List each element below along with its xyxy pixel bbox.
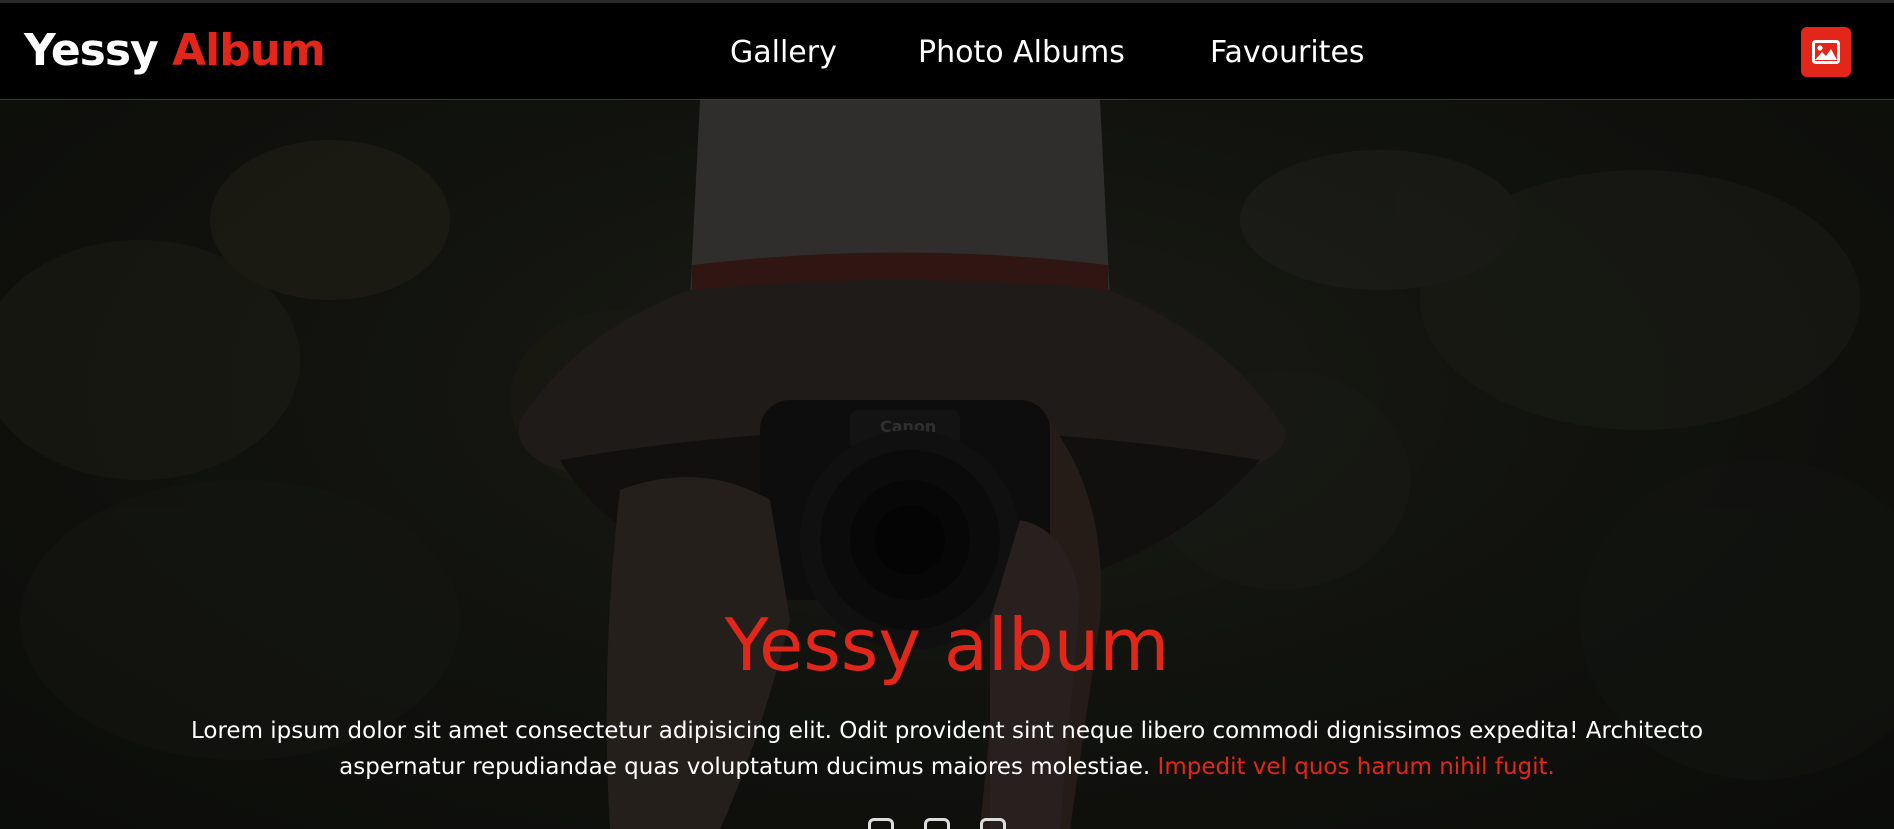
navbar: Yessy Album Gallery Photo Albums Favouri… bbox=[0, 3, 1894, 100]
album-button[interactable] bbox=[1801, 27, 1851, 77]
logo-part-1: Yessy bbox=[24, 25, 159, 76]
hero: Canon Yessy album Lorem ipsum dolor sit … bbox=[0, 100, 1894, 829]
hero-description: Lorem ipsum dolor sit amet consectetur a… bbox=[160, 713, 1734, 785]
social-icon[interactable] bbox=[924, 818, 950, 829]
social-icon[interactable] bbox=[868, 818, 894, 829]
nav-favourites[interactable]: Favourites bbox=[1210, 33, 1365, 73]
hero-description-highlight: Impedit vel quos harum nihil fugit. bbox=[1157, 754, 1555, 780]
logo-part-2: Album bbox=[172, 25, 326, 76]
nav-gallery[interactable]: Gallery bbox=[730, 33, 837, 73]
image-icon bbox=[1812, 40, 1840, 64]
nav-photo-albums[interactable]: Photo Albums bbox=[918, 33, 1125, 73]
page: Yessy Album Gallery Photo Albums Favouri… bbox=[0, 0, 1894, 829]
hero-title: Yessy album bbox=[724, 603, 1170, 687]
logo[interactable]: Yessy Album bbox=[24, 23, 326, 79]
social-links bbox=[868, 818, 1006, 829]
social-icon[interactable] bbox=[980, 818, 1006, 829]
